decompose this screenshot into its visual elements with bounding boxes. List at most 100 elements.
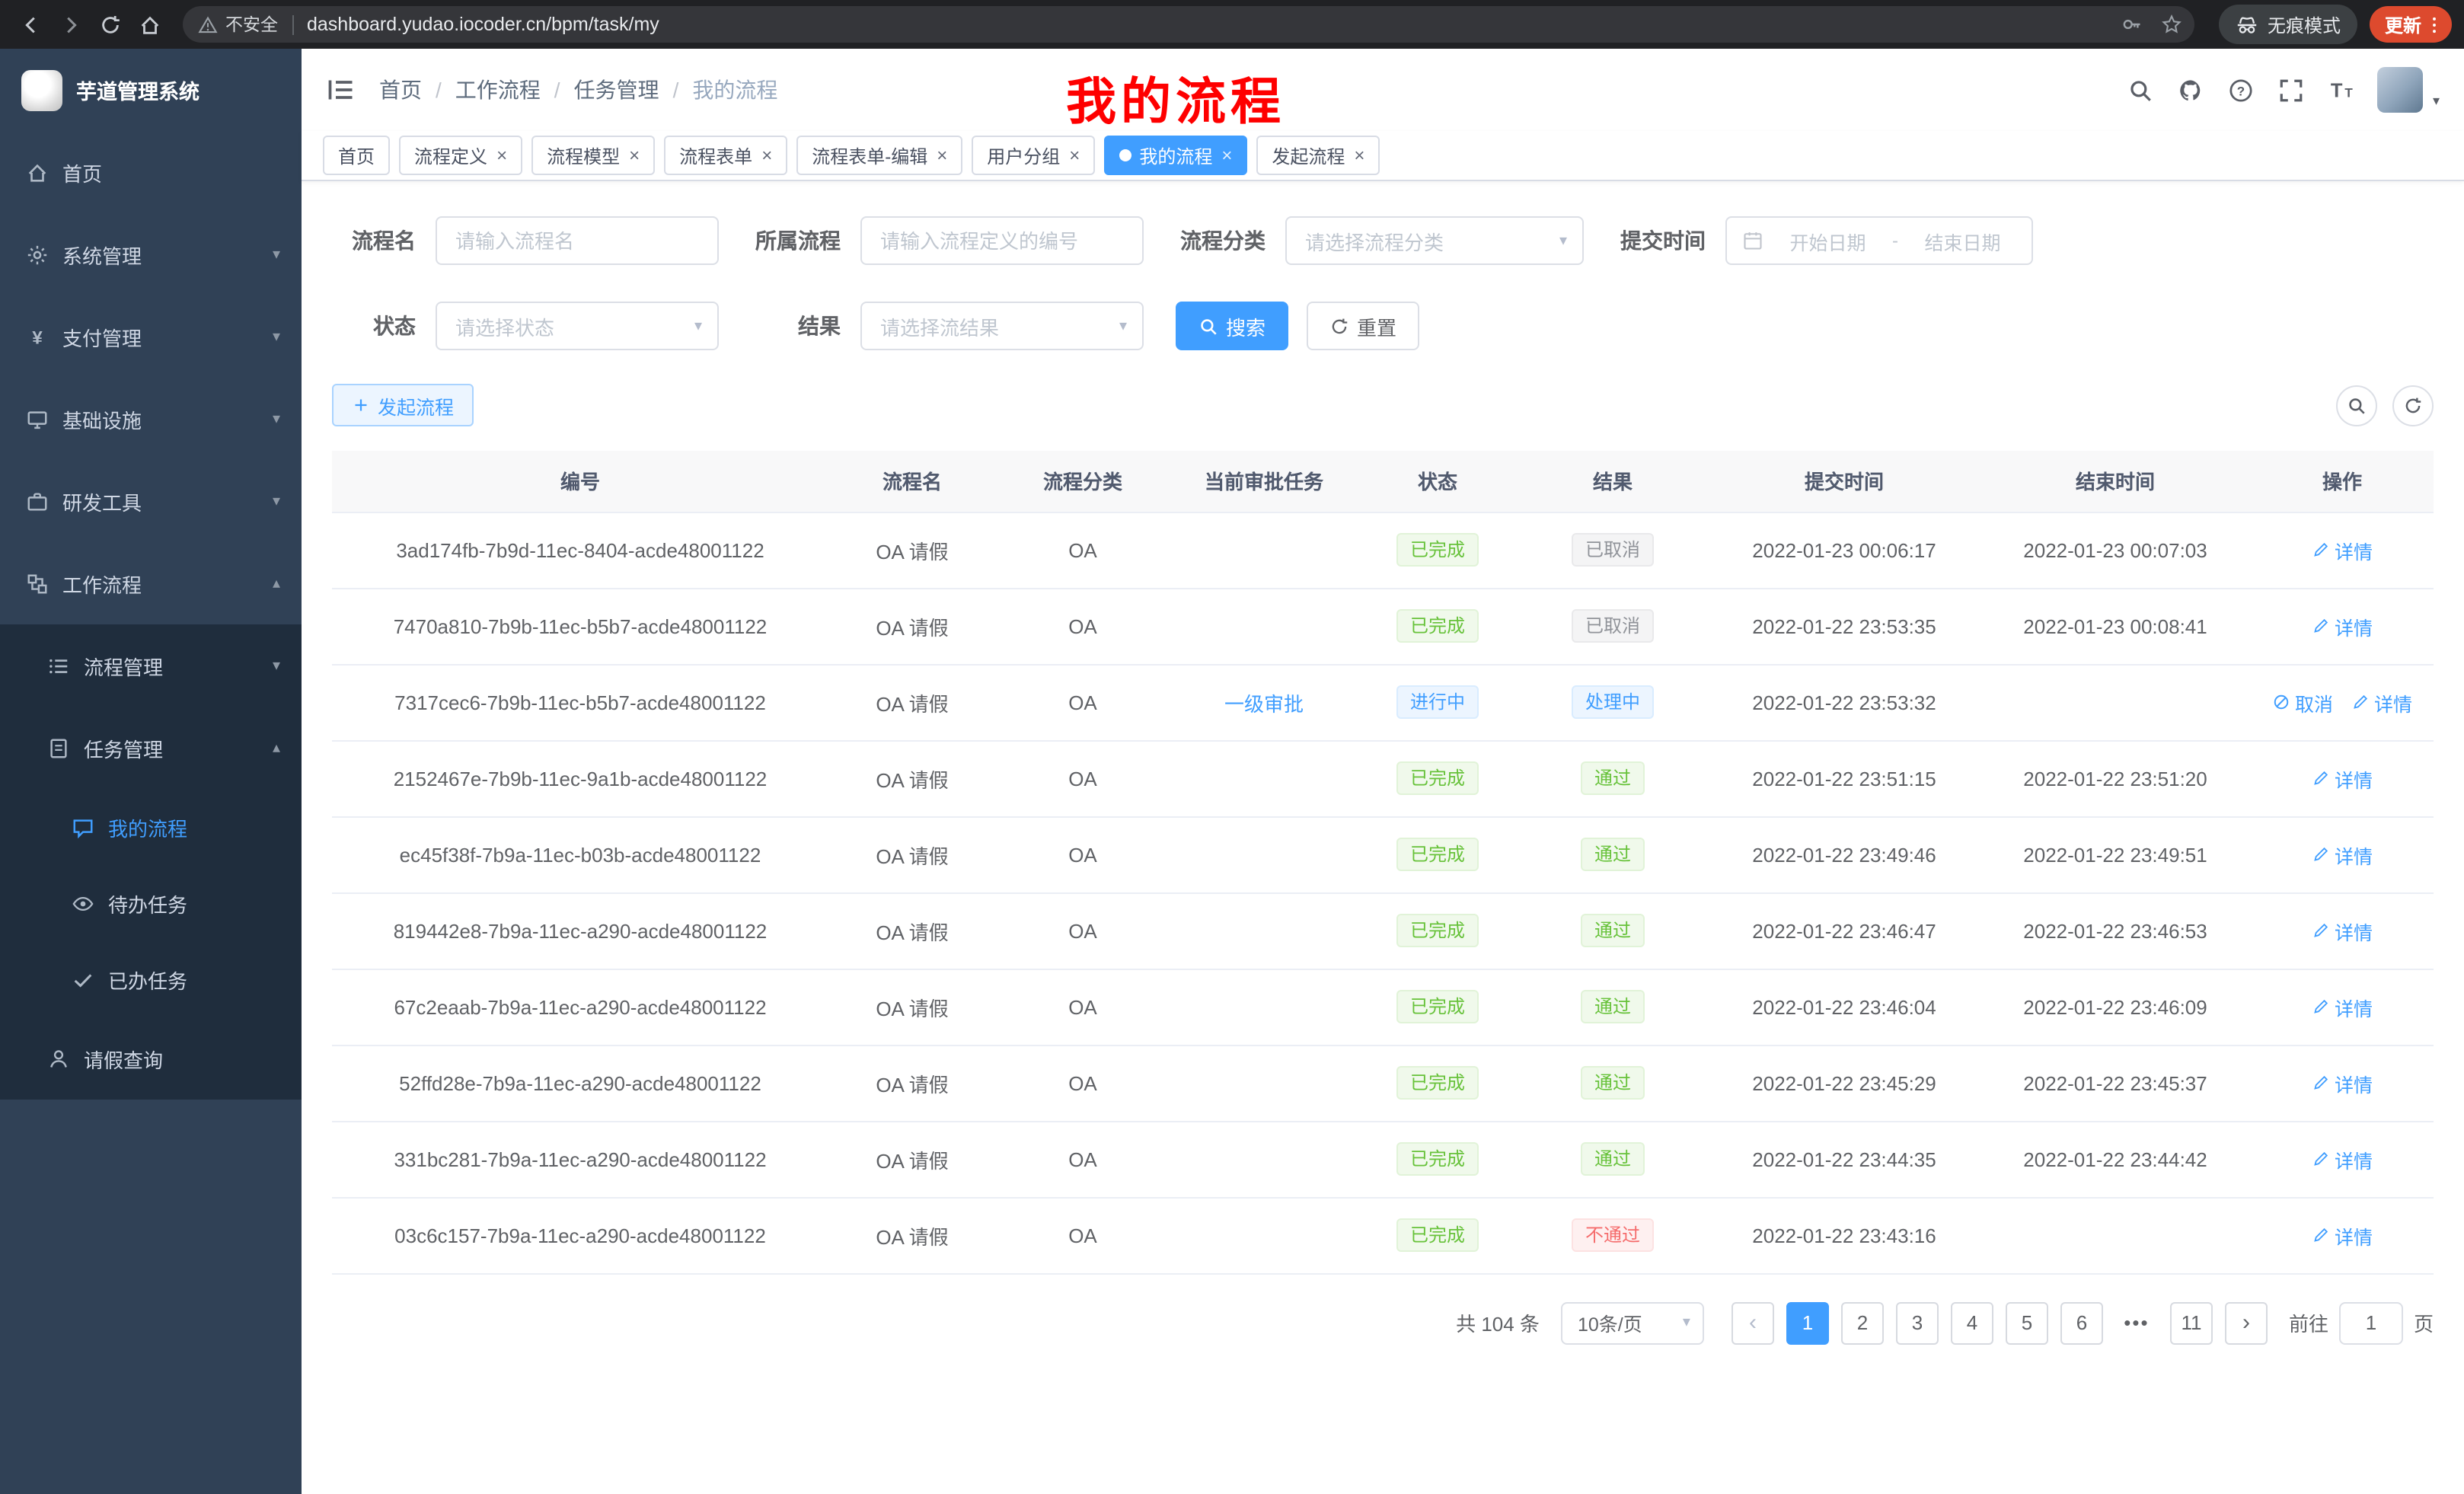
date-range-picker[interactable]: 开始日期 - 结束日期 [1725, 216, 2033, 265]
table-refresh-button[interactable] [2392, 385, 2434, 426]
breadcrumb-separator: / [673, 78, 679, 102]
help-icon[interactable]: ? [2227, 76, 2255, 104]
sidebar-item-infrastructure[interactable]: 基础设施▾ [0, 378, 302, 460]
page-button-2[interactable]: 2 [1841, 1301, 1884, 1344]
column-header-1: 编号 [332, 451, 828, 512]
result-label: 结果 [755, 311, 841, 341]
cell-status: 已完成 [1358, 969, 1517, 1045]
detail-action-link[interactable]: 详情 [2312, 1221, 2373, 1250]
cell-actions: 详情 [2251, 816, 2434, 892]
breadcrumb-item[interactable]: 任务管理 [574, 75, 659, 105]
column-header-4: 当前审批任务 [1170, 451, 1358, 512]
sidebar-item-home[interactable]: 首页 [0, 131, 302, 213]
chevron-down-icon[interactable]: ▾ [2433, 93, 2440, 113]
process-definition-input[interactable] [860, 216, 1144, 265]
menu-dots-icon[interactable] [2424, 14, 2444, 34]
sidebar-item-my-process[interactable]: 我的流程 [0, 789, 302, 865]
sidebar-item-devtools[interactable]: 研发工具▾ [0, 460, 302, 542]
detail-action-link[interactable]: 详情 [2351, 688, 2412, 717]
goto-page-input[interactable] [2339, 1301, 2403, 1344]
tab-start-process[interactable]: 发起流程× [1256, 136, 1380, 175]
breadcrumb-item[interactable]: 工作流程 [455, 75, 541, 105]
bookmark-star-icon[interactable] [2161, 14, 2182, 35]
cell-result: 已取消 [1517, 512, 1709, 588]
detail-action-link[interactable]: 详情 [2312, 840, 2373, 869]
github-icon[interactable] [2177, 76, 2204, 104]
sidebar-item-leave-query[interactable]: 请假查询 [0, 1017, 302, 1100]
home-icon[interactable] [131, 6, 168, 43]
sidebar-item-done-tasks[interactable]: 已办任务 [0, 941, 302, 1017]
tab-process-model[interactable]: 流程模型× [531, 136, 655, 175]
cell-category: OA [996, 664, 1170, 740]
result-select[interactable]: 请选择流结果 ▾ [860, 302, 1144, 350]
reset-button[interactable]: 重置 [1307, 302, 1419, 350]
cell-process-id: 7317cec6-7b9b-11ec-b5b7-acde48001122 [332, 664, 828, 740]
sidebar-item-process-management[interactable]: 流程管理▾ [0, 624, 302, 707]
fullscreen-icon[interactable] [2277, 76, 2305, 104]
page-button-3[interactable]: 3 [1896, 1301, 1939, 1344]
date-separator: - [1892, 230, 1898, 251]
search-button[interactable]: 搜索 [1176, 302, 1288, 350]
table-row: 3ad174fb-7b9d-11ec-8404-acde48001122OA 请… [332, 512, 2434, 588]
close-icon[interactable]: × [496, 145, 507, 166]
cell-end-time: 2022-01-22 23:51:20 [1980, 740, 2251, 816]
create-process-button[interactable]: 发起流程 [332, 384, 474, 426]
address-bar[interactable]: 不安全 dashboard.yudao.iocoder.cn/bpm/task/… [183, 6, 2194, 43]
sidebar-item-task-management[interactable]: 任务管理▴ [0, 707, 302, 789]
page-button-4[interactable]: 4 [1951, 1301, 1993, 1344]
tab-user-group[interactable]: 用户分组× [972, 136, 1095, 175]
page-button-5[interactable]: 5 [2006, 1301, 2048, 1344]
prev-page-button[interactable]: ‹ [1732, 1301, 1774, 1344]
close-icon[interactable]: × [1221, 145, 1232, 166]
breadcrumb-item[interactable]: 首页 [379, 75, 422, 105]
url-text[interactable]: dashboard.yudao.iocoder.cn/bpm/task/my [307, 14, 659, 35]
detail-action-link[interactable]: 详情 [2312, 916, 2373, 945]
key-icon[interactable] [2121, 14, 2143, 35]
back-icon[interactable] [12, 6, 49, 43]
close-icon[interactable]: × [1354, 145, 1364, 166]
cell-result: 通过 [1517, 816, 1709, 892]
detail-action-link[interactable]: 详情 [2312, 1144, 2373, 1173]
close-icon[interactable]: × [1069, 145, 1080, 166]
close-icon[interactable]: × [761, 145, 772, 166]
forward-icon[interactable] [52, 6, 88, 43]
close-icon[interactable]: × [629, 145, 640, 166]
search-icon[interactable] [2127, 76, 2154, 104]
update-button[interactable]: 更新 [2370, 6, 2452, 43]
status-select[interactable]: 请选择状态 ▾ [436, 302, 719, 350]
detail-action-link[interactable]: 详情 [2312, 1068, 2373, 1097]
tab-process-form[interactable]: 流程表单× [664, 136, 787, 175]
reload-icon[interactable] [91, 6, 128, 43]
page-button-1[interactable]: 1 [1786, 1301, 1829, 1344]
tab-process-definition[interactable]: 流程定义× [399, 136, 522, 175]
pagination: 共 104 条10条/页▾‹123456•••11›前往页 [332, 1301, 2434, 1344]
current-task-link[interactable]: 一级审批 [1224, 692, 1304, 715]
close-icon[interactable]: × [937, 145, 947, 166]
page-button-11[interactable]: 11 [2170, 1301, 2213, 1344]
next-page-button[interactable]: › [2225, 1301, 2268, 1344]
tab-home[interactable]: 首页 [323, 136, 390, 175]
cancel-action-link[interactable]: 取消 [2272, 688, 2333, 717]
detail-action-link[interactable]: 详情 [2312, 535, 2373, 564]
avatar[interactable] [2378, 67, 2424, 113]
hamburger-icon[interactable] [326, 75, 356, 105]
detail-action-link[interactable]: 详情 [2312, 764, 2373, 793]
tab-my-process[interactable]: 我的流程× [1104, 136, 1247, 175]
detail-action-link[interactable]: 详情 [2312, 611, 2373, 640]
tab-process-form-edit[interactable]: 流程表单-编辑× [796, 136, 962, 175]
font-size-icon[interactable]: TT [2328, 76, 2355, 104]
sidebar-item-payment[interactable]: ¥支付管理▾ [0, 295, 302, 378]
detail-action-link[interactable]: 详情 [2312, 992, 2373, 1021]
process-name-input[interactable] [436, 216, 719, 265]
chevron-down-icon: ▾ [694, 318, 702, 334]
sidebar-item-label: 已办任务 [108, 965, 280, 994]
filter-row-2: 状态 请选择状态 ▾ 结果 请选择流结果 ▾ [332, 302, 2434, 350]
page-size-select[interactable]: 10条/页▾ [1561, 1301, 1704, 1344]
page-button-6[interactable]: 6 [2060, 1301, 2103, 1344]
sidebar-item-system[interactable]: 系统管理▾ [0, 213, 302, 295]
process-category-select[interactable]: 请选择流程分类 ▾ [1285, 216, 1584, 265]
table-search-toggle-button[interactable] [2336, 385, 2377, 426]
more-pages-button[interactable]: ••• [2115, 1301, 2158, 1344]
sidebar-item-workflow[interactable]: 工作流程▴ [0, 542, 302, 624]
sidebar-item-todo-tasks[interactable]: 待办任务 [0, 865, 302, 941]
